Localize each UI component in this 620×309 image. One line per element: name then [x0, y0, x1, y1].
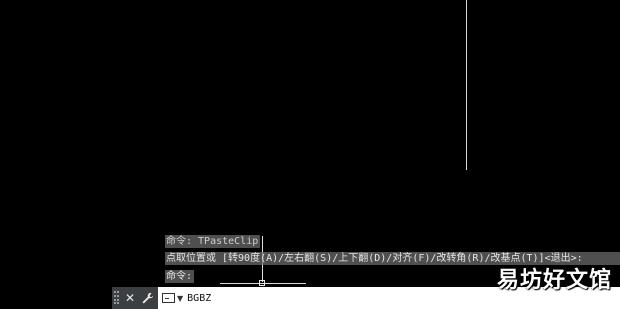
watermark-logo: 易坊好文馆 — [496, 268, 612, 293]
cad-drawing-canvas[interactable]: 命令: TPasteClip 点取位置或 [转90度(A)/左右翻(S)/上下翻… — [0, 0, 620, 309]
vertical-drawing-line — [466, 0, 467, 170]
command-history-line: 命令: TPasteClip — [165, 235, 261, 248]
command-prompt-icon[interactable] — [162, 293, 175, 303]
command-line-controls: ✕ — [112, 287, 158, 309]
command-history-line: 命令: — [165, 270, 195, 283]
cursor-pickbox — [259, 280, 265, 286]
wrench-icon[interactable] — [141, 290, 155, 306]
command-input[interactable] — [187, 290, 388, 306]
caret-down-icon[interactable]: ▼ — [177, 294, 183, 303]
grip-icon[interactable] — [114, 291, 119, 305]
close-icon[interactable]: ✕ — [123, 290, 137, 306]
